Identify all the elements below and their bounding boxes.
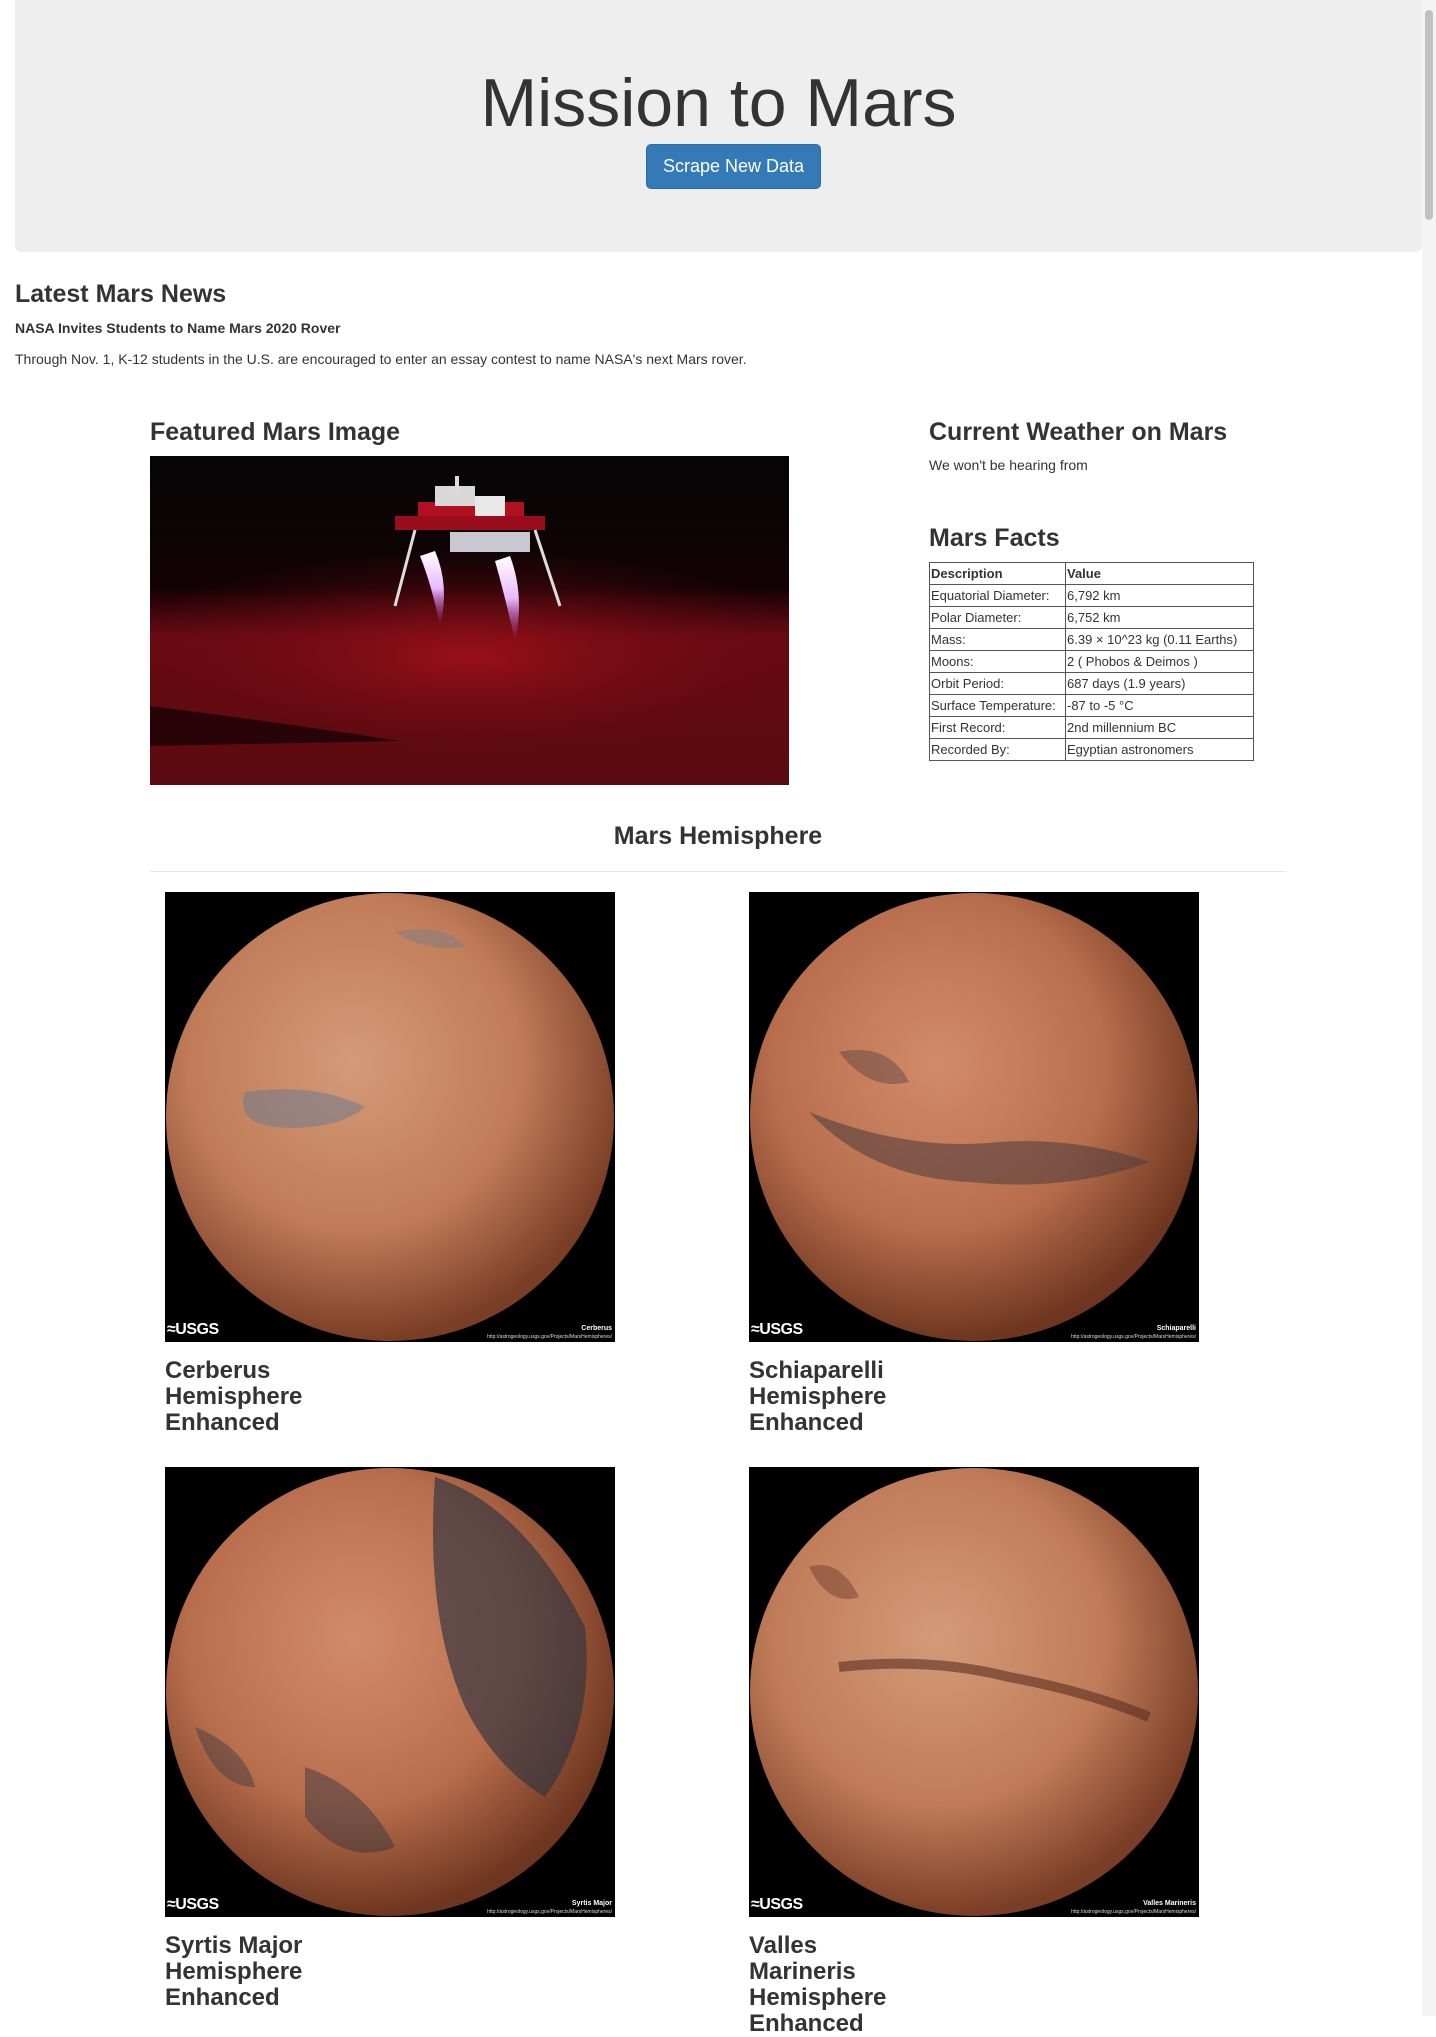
- fact-value: 6.39 × 10^23 kg (0.11 Earths): [1065, 628, 1254, 651]
- fact-label: Orbit Period:: [929, 672, 1066, 695]
- facts-header-cell: Description: [929, 562, 1066, 585]
- fact-label: Equatorial Diameter:: [929, 584, 1066, 607]
- featured-image-title: Featured Mars Image: [150, 418, 401, 446]
- fact-label: Polar Diameter:: [929, 606, 1066, 629]
- hemisphere-image[interactable]: ≈USGS Cerberus http://astrogeology.usgs.…: [165, 892, 615, 1342]
- table-row: Polar Diameter: 6,752 km: [929, 606, 1254, 629]
- hemisphere-image-url: http://astrogeology.usgs.gov/Projects/Ma…: [487, 1334, 612, 1340]
- featured-mars-image: [150, 456, 789, 785]
- hemisphere-title: Syrtis Major Hemisphere Enhanced: [165, 1932, 303, 2011]
- hemisphere-title: Valles Marineris Hemisphere Enhanced: [749, 1932, 887, 2037]
- table-row: Orbit Period: 687 days (1.9 years): [929, 672, 1254, 695]
- scrape-new-data-button[interactable]: Scrape New Data: [646, 144, 821, 189]
- hemisphere-card-schiaparelli: ≈USGS Schiaparelli http://astrogeology.u…: [749, 892, 1199, 1436]
- divider: [150, 871, 1286, 872]
- hemisphere-image[interactable]: ≈USGS Schiaparelli http://astrogeology.u…: [749, 892, 1199, 1342]
- usgs-logo: ≈USGS: [167, 1321, 219, 1338]
- mars-facts-title: Mars Facts: [929, 524, 1060, 552]
- news-teaser: Through Nov. 1, K-12 students in the U.S…: [15, 351, 747, 367]
- weather-text: We won't be hearing from: [929, 457, 1088, 473]
- hemisphere-card-cerberus: ≈USGS Cerberus http://astrogeology.usgs.…: [165, 892, 615, 1436]
- facts-header-cell: Value: [1065, 562, 1254, 585]
- fact-label: Recorded By:: [929, 738, 1066, 761]
- page-title: Mission to Mars: [480, 65, 957, 141]
- mars-facts-table: Description Value Equatorial Diameter: 6,…: [929, 562, 1254, 761]
- hemisphere-image[interactable]: ≈USGS Syrtis Major http://astrogeology.u…: [165, 1467, 615, 1917]
- page-scrollbar[interactable]: [1422, 0, 1436, 2016]
- table-row: Mass: 6.39 × 10^23 kg (0.11 Earths): [929, 628, 1254, 651]
- hemisphere-card-syrtis-major: ≈USGS Syrtis Major http://astrogeology.u…: [165, 1467, 615, 2011]
- weather-title: Current Weather on Mars: [929, 418, 1228, 446]
- scrollbar-thumb[interactable]: [1425, 10, 1433, 220]
- table-row: Equatorial Diameter: 6,792 km: [929, 584, 1254, 607]
- hemisphere-image-label: Syrtis Major: [571, 1900, 612, 1907]
- usgs-logo: ≈USGS: [167, 1896, 219, 1913]
- table-row: Moons: 2 ( Phobos & Deimos ): [929, 650, 1254, 673]
- usgs-logo: ≈USGS: [751, 1896, 803, 1913]
- hemisphere-card-valles-marineris: ≈USGS Valles Marineris http://astrogeolo…: [749, 1467, 1199, 2037]
- fact-value: Egyptian astronomers: [1065, 738, 1254, 761]
- table-row: First Record: 2nd millennium BC: [929, 716, 1254, 739]
- fact-value: 6,792 km: [1065, 584, 1254, 607]
- latest-news-title: Latest Mars News: [15, 280, 227, 308]
- fact-value: -87 to -5 °C: [1065, 694, 1254, 717]
- fact-label: First Record:: [929, 716, 1066, 739]
- hemisphere-image-label: Valles Marineris: [1143, 1900, 1196, 1907]
- hemisphere-image-label: Schiaparelli: [1156, 1325, 1196, 1332]
- hemisphere-image-label: Cerberus: [581, 1325, 612, 1332]
- fact-label: Mass:: [929, 628, 1066, 651]
- usgs-logo: ≈USGS: [751, 1321, 803, 1338]
- facts-header-row: Description Value: [929, 562, 1254, 585]
- table-row: Surface Temperature: -87 to -5 °C: [929, 694, 1254, 717]
- hemisphere-title: Cerberus Hemisphere Enhanced: [165, 1357, 303, 1436]
- fact-value: 2nd millennium BC: [1065, 716, 1254, 739]
- fact-label: Surface Temperature:: [929, 694, 1066, 717]
- table-row: Recorded By: Egyptian astronomers: [929, 738, 1254, 761]
- hemisphere-image-url: http://astrogeology.usgs.gov/Projects/Ma…: [487, 1909, 612, 1915]
- hemisphere-title: Schiaparelli Hemisphere Enhanced: [749, 1357, 887, 1436]
- hemisphere-image-url: http://astrogeology.usgs.gov/Projects/Ma…: [1071, 1909, 1196, 1915]
- hemisphere-image[interactable]: ≈USGS Valles Marineris http://astrogeolo…: [749, 1467, 1199, 1917]
- fact-value: 2 ( Phobos & Deimos ): [1065, 650, 1254, 673]
- fact-value: 6,752 km: [1065, 606, 1254, 629]
- fact-label: Moons:: [929, 650, 1066, 673]
- hemisphere-image-url: http://astrogeology.usgs.gov/Projects/Ma…: [1071, 1334, 1196, 1340]
- fact-value: 687 days (1.9 years): [1065, 672, 1254, 695]
- news-headline: NASA Invites Students to Name Mars 2020 …: [15, 320, 341, 336]
- jumbotron-header: Mission to Mars Scrape New Data: [15, 0, 1422, 252]
- hemispheres-title: Mars Hemisphere: [613, 822, 823, 850]
